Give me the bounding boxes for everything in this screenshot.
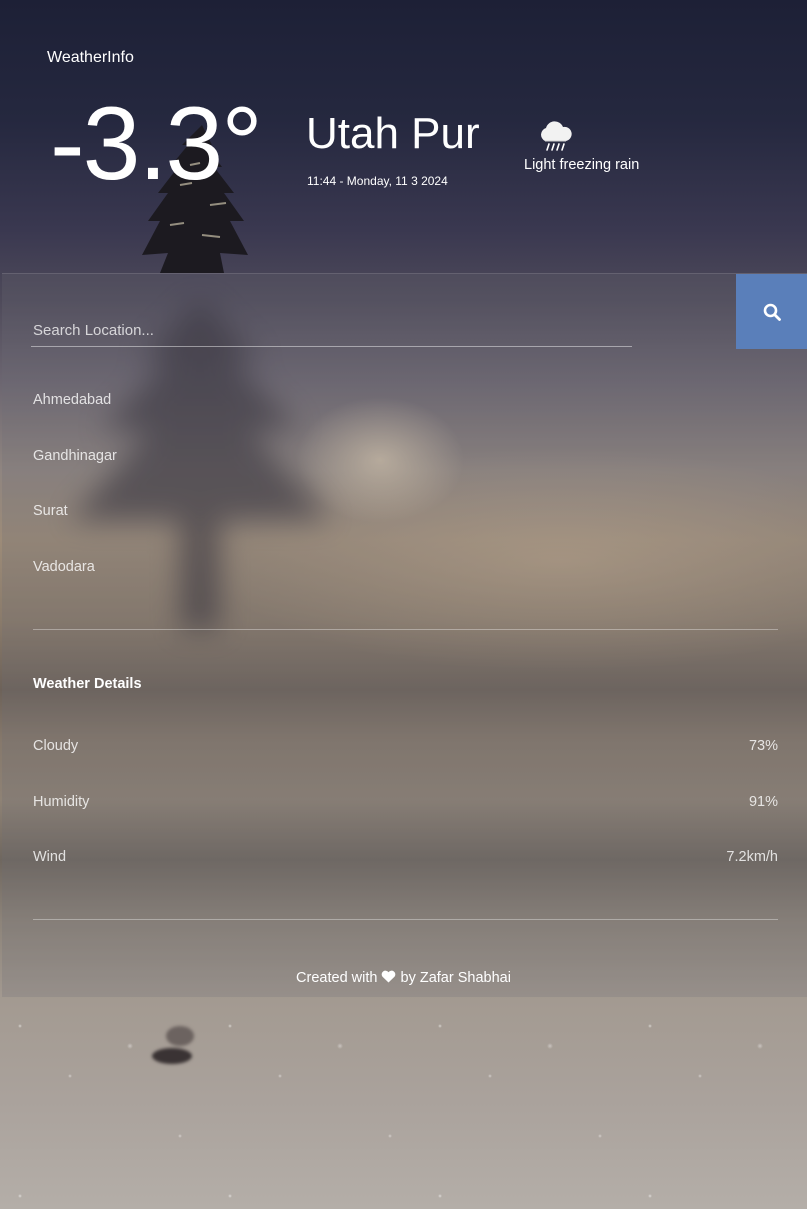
details-panel <box>2 273 807 997</box>
snow-bird-blur <box>152 1026 194 1064</box>
detail-value: 73% <box>748 738 778 754</box>
location-item-surat[interactable]: Surat <box>33 503 68 519</box>
detail-row-wind: Wind 7.2km/h <box>33 849 778 865</box>
location-item-ahmedabad[interactable]: Ahmedabad <box>33 392 111 408</box>
search-input[interactable] <box>31 314 632 347</box>
detail-row-humidity: Humidity 91% <box>33 794 778 810</box>
location-item-vadodara[interactable]: Vadodara <box>33 559 95 575</box>
current-temperature: -3.3° <box>50 86 263 202</box>
condition-text: Light freezing rain <box>524 157 640 173</box>
detail-label: Wind <box>33 849 67 865</box>
cloud-rain-icon <box>541 121 572 151</box>
heart-icon <box>382 970 396 983</box>
footer-credit: Created with by Zafar Shabhai <box>0 970 807 986</box>
app-brand[interactable]: WeatherInfo <box>47 49 134 67</box>
detail-label: Cloudy <box>33 738 79 754</box>
detail-value: 7.2km/h <box>726 849 778 865</box>
weather-details-title: Weather Details <box>33 676 142 692</box>
detail-label: Humidity <box>33 794 90 810</box>
city-name: Utah Pur <box>306 109 480 158</box>
detail-row-cloudy: Cloudy 73% <box>33 738 778 754</box>
search-icon <box>763 303 781 321</box>
search-button[interactable] <box>736 274 807 349</box>
location-item-gandhinagar[interactable]: Gandhinagar <box>33 448 117 464</box>
footer-suffix: by Zafar Shabhai <box>400 970 511 986</box>
divider <box>33 919 778 920</box>
divider <box>33 629 778 630</box>
sparkling-snow-ground <box>0 996 807 1209</box>
footer-prefix: Created with <box>296 970 378 986</box>
detail-value: 91% <box>748 794 778 810</box>
current-datetime: 11:44 - Monday, 11 3 2024 <box>307 174 448 188</box>
